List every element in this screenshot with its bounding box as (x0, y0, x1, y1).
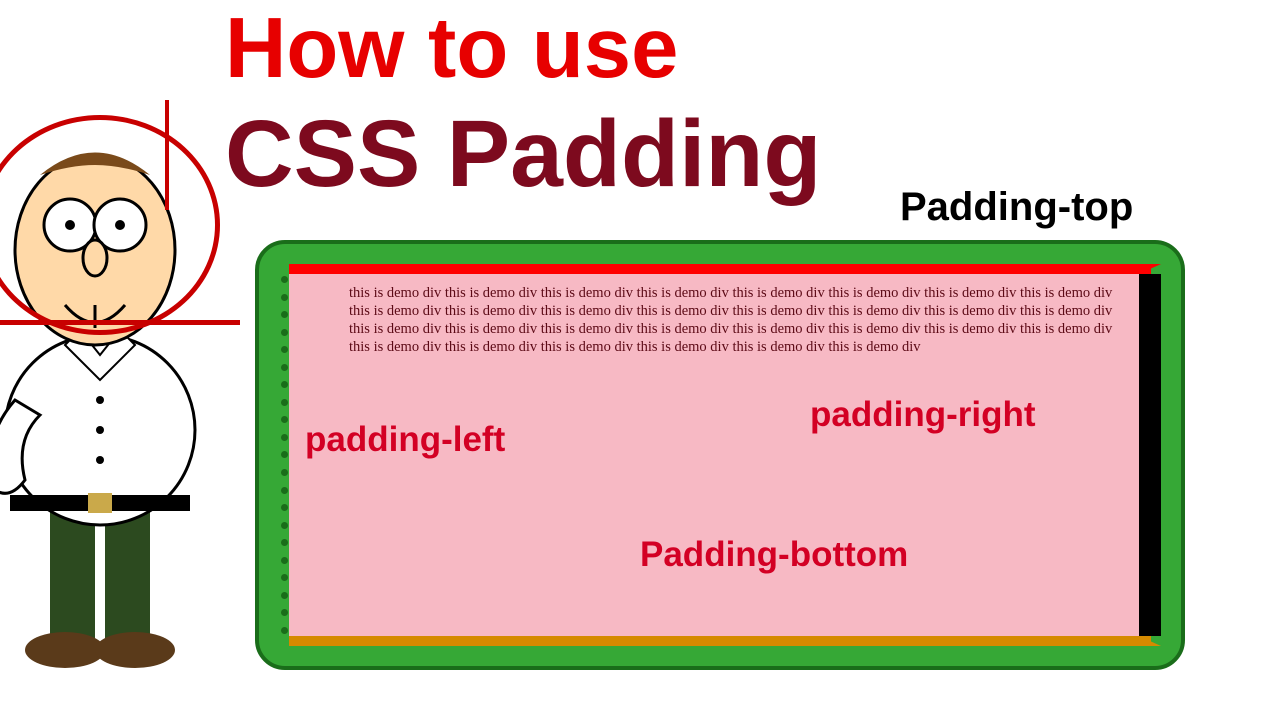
corner-top-right (1139, 264, 1161, 274)
highlight-hline-icon (0, 320, 240, 325)
border-top-edge (289, 264, 1151, 274)
title-line-2: CSS Padding (225, 100, 821, 209)
border-right-edge (1139, 274, 1161, 636)
label-padding-left: padding-left (305, 420, 505, 460)
highlight-vline-icon (165, 100, 169, 210)
title-line-1: How to use (225, 0, 678, 98)
demo-text: this is demo div this is demo div this i… (349, 285, 1112, 355)
corner-bottom-right (1139, 636, 1161, 646)
label-padding-bottom: Padding-bottom (640, 535, 908, 575)
label-padding-right: padding-right (810, 395, 1036, 435)
border-left-dotted (279, 274, 289, 636)
border-bottom-edge (289, 636, 1151, 646)
label-padding-top: Padding-top (900, 185, 1133, 230)
